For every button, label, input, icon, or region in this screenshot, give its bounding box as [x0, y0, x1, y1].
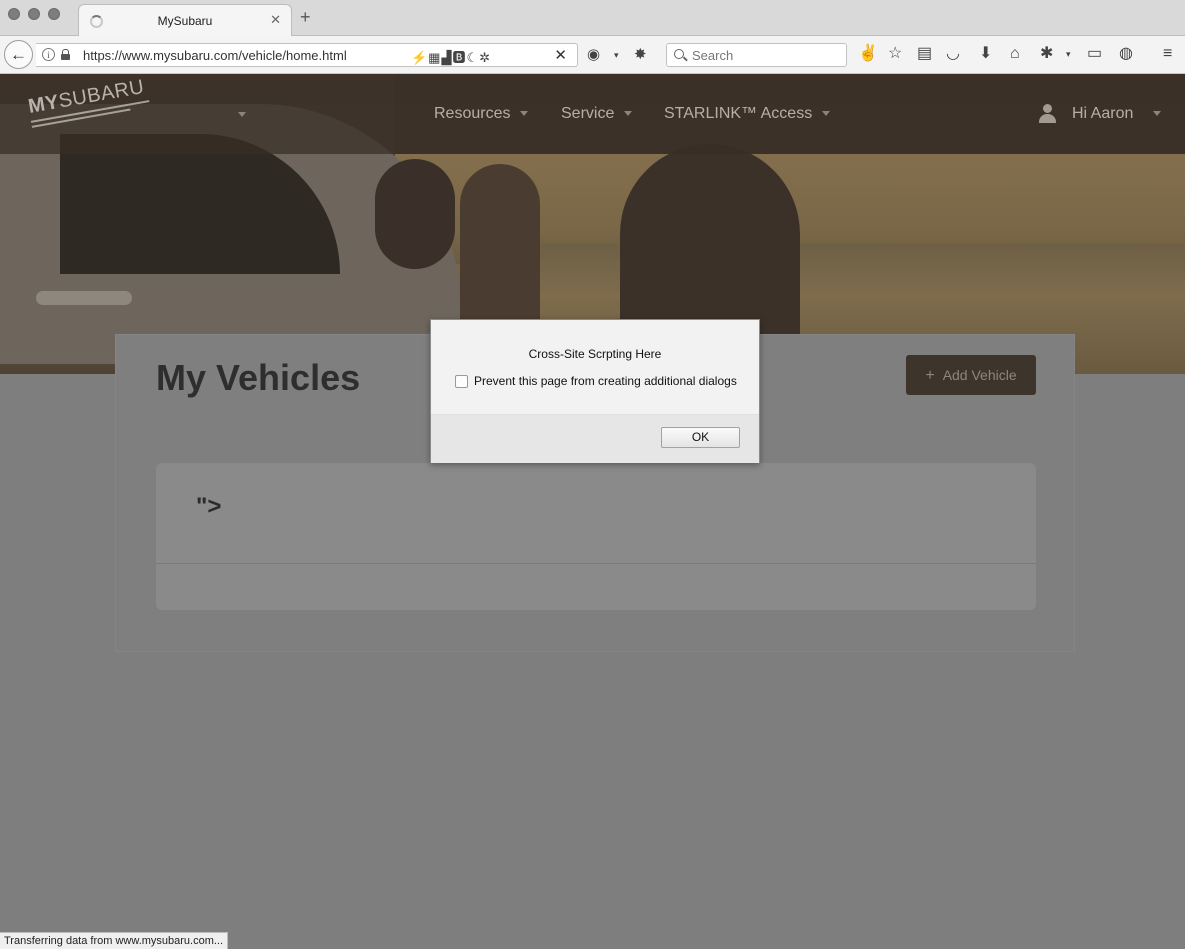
logo-dropdown-icon[interactable]: [238, 112, 246, 117]
prevent-dialogs-label[interactable]: Prevent this page from creating addition…: [474, 374, 737, 388]
page-title: My Vehicles: [156, 357, 361, 398]
window-minimize-button[interactable]: [28, 8, 40, 20]
search-box[interactable]: [666, 43, 847, 67]
caret-down-icon: [624, 111, 633, 117]
search-icon: [674, 49, 684, 59]
extension-icon[interactable]: ✌: [858, 45, 878, 63]
home-icon[interactable]: ⌂: [1010, 45, 1020, 63]
tab-close-icon[interactable]: ✕: [270, 12, 281, 28]
vehicle-card[interactable]: ">: [156, 463, 1036, 610]
divider: [156, 563, 1036, 564]
sleep-icon[interactable]: ▭: [1087, 45, 1102, 63]
chevron-down-icon[interactable]: ▾: [1066, 45, 1071, 63]
turtle-icon[interactable]: ✸: [634, 46, 647, 64]
page-viewport: MYSUBARU Resources Service STARLINK™ Acc…: [0, 74, 1185, 949]
tab-strip: MySubaru ✕ +: [0, 0, 1185, 37]
chevron-down-icon[interactable]: ▾: [614, 46, 619, 64]
ok-button[interactable]: OK: [661, 427, 740, 448]
lock-icon: [61, 49, 70, 60]
alert-dialog: Cross-Site Scrpting Here Prevent this pa…: [430, 319, 760, 463]
user-icon: [1039, 104, 1056, 123]
plus-icon: +: [925, 367, 935, 384]
address-bar[interactable]: i https://www.mysubaru.com/vehicle/home.…: [36, 43, 578, 67]
browser-tab-active[interactable]: MySubaru ✕: [78, 4, 292, 37]
window-close-button[interactable]: [8, 8, 20, 20]
logo-bold: MY: [26, 90, 61, 118]
tab-title: MySubaru: [157, 14, 213, 28]
new-tab-button[interactable]: +: [300, 8, 311, 26]
nav-resources[interactable]: Resources: [434, 104, 529, 124]
hamburger-menu-icon[interactable]: ≡: [1163, 45, 1172, 63]
pocket-icon[interactable]: ◡: [946, 45, 960, 63]
reading-list-icon[interactable]: ▤: [917, 45, 932, 63]
nav-service[interactable]: Service: [561, 104, 633, 124]
bookmark-star-icon[interactable]: ☆: [888, 45, 902, 63]
caret-down-icon: [520, 111, 529, 117]
user-menu[interactable]: Hi Aaron: [1072, 104, 1162, 124]
stop-loading-icon[interactable]: ✕: [554, 46, 567, 64]
window-zoom-button[interactable]: [48, 8, 60, 20]
firebug-icon[interactable]: ✱: [1040, 45, 1053, 63]
vehicle-name: ">: [196, 493, 222, 520]
site-info-icon[interactable]: i: [42, 48, 55, 61]
prevent-dialogs-checkbox[interactable]: [455, 375, 468, 388]
caret-down-icon: [822, 111, 831, 117]
status-bar: Transferring data from www.mysubaru.com.…: [0, 932, 229, 949]
add-vehicle-button[interactable]: + Add Vehicle: [906, 355, 1036, 395]
addon-icons[interactable]: ⚡▦▟🅱☾✲: [411, 47, 491, 66]
back-button[interactable]: ←: [4, 40, 33, 69]
downloads-icon[interactable]: ⬇: [979, 45, 992, 63]
palette-icon[interactable]: ◉: [587, 46, 600, 64]
url-text[interactable]: https://www.mysubaru.com/vehicle/home.ht…: [83, 48, 347, 63]
globe-icon[interactable]: ◍: [1119, 45, 1133, 63]
caret-down-icon: [1153, 111, 1162, 117]
nav-starlink-access[interactable]: STARLINK™ Access: [664, 104, 831, 124]
browser-toolbar: ← i https://www.mysubaru.com/vehicle/hom…: [0, 36, 1185, 74]
dialog-message: Cross-Site Scrpting Here: [528, 347, 662, 361]
dialog-footer: OK: [431, 414, 759, 463]
search-input[interactable]: [692, 47, 842, 63]
